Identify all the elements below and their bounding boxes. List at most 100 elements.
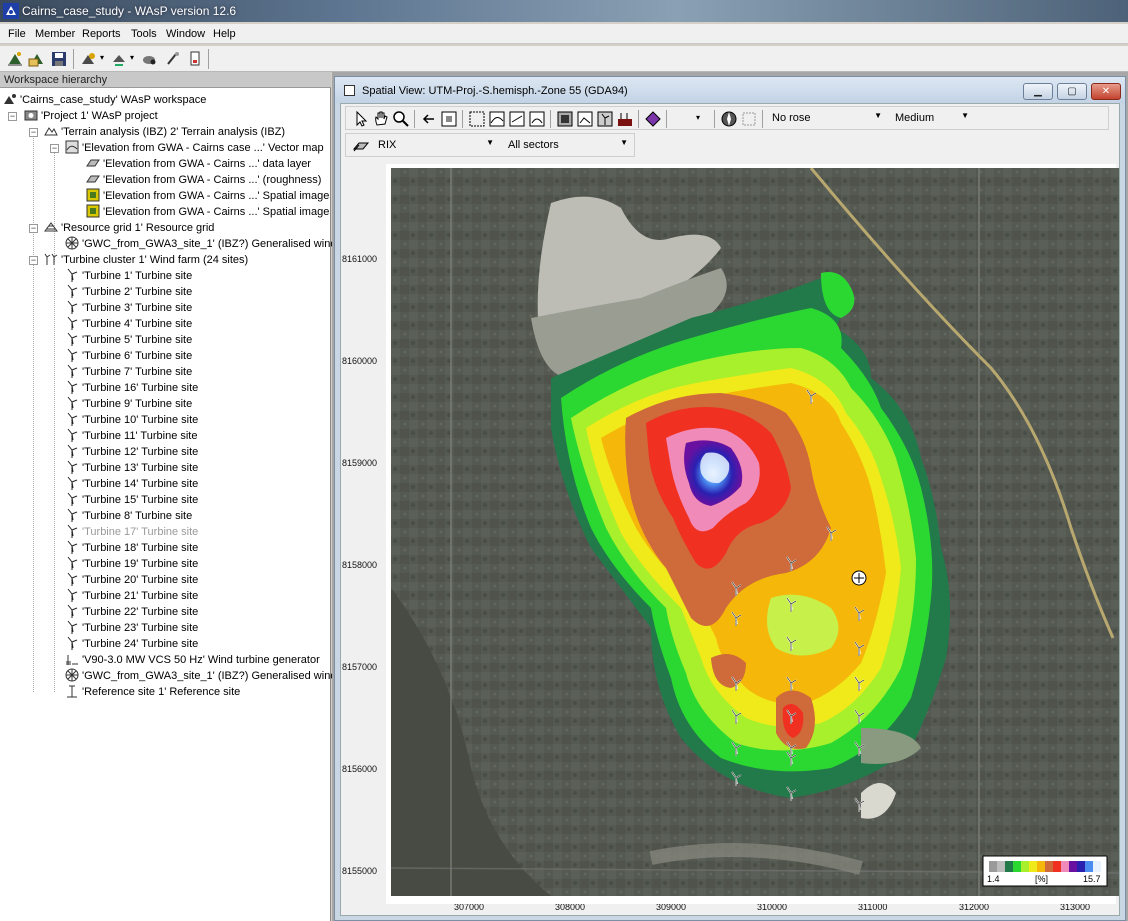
tree-node-turbine-site[interactable]: 'Turbine 10' Turbine site xyxy=(65,412,198,428)
wasp-app-icon[interactable] xyxy=(3,3,19,19)
grid-layer-icon[interactable] xyxy=(556,110,574,128)
menu-help[interactable]: Help xyxy=(213,28,236,40)
tree-node-turbine-site[interactable]: 'Turbine 3' Turbine site xyxy=(65,300,192,316)
tree-label-turbine: 'Turbine 17' Turbine site xyxy=(82,526,199,538)
collapse-toggle-resource-grid[interactable]: − xyxy=(29,224,38,233)
tree-node-generalised-wind[interactable]: 'GWC_from_GWA3_site_1' (IBZ?) Generalise… xyxy=(65,236,336,252)
collapse-toggle-project[interactable]: − xyxy=(8,112,17,121)
roughness-layer-icon[interactable] xyxy=(508,110,526,128)
tree-node-turbine-site[interactable]: 'Turbine 13' Turbine site xyxy=(65,460,198,476)
turbine-layer-icon[interactable] xyxy=(596,110,614,128)
spatial-view-window[interactable]: Spatial View: UTM-Proj.-S.hemisph.-Zone … xyxy=(334,76,1126,921)
tree-node-turbine-site[interactable]: 'Turbine 5' Turbine site xyxy=(65,332,192,348)
reference-site-marker[interactable] xyxy=(851,570,867,586)
tree-node-turbine-site[interactable]: 'Turbine 11' Turbine site xyxy=(65,428,197,444)
menu-file[interactable]: File xyxy=(8,28,26,40)
run-tool-icon[interactable] xyxy=(164,50,182,68)
turbine-icon xyxy=(67,284,78,298)
wind-farm-layer-icon[interactable] xyxy=(616,110,634,128)
tree-node-generalised-wind[interactable]: 'GWC_from_GWA3_site_1' (IBZ?) Generalise… xyxy=(65,668,336,684)
tree-node-turbine-site[interactable]: 'Turbine 23' Turbine site xyxy=(65,620,198,636)
turbine-icon xyxy=(67,316,78,330)
tree-node-turbine-site[interactable]: 'Turbine 9' Turbine site xyxy=(65,396,192,412)
save-icon[interactable] xyxy=(50,50,68,68)
tree-node-project[interactable]: 'Project 1' WAsP project xyxy=(24,108,158,124)
menu-tools[interactable]: Tools xyxy=(131,28,157,40)
tree-node-turbine-site[interactable]: 'Turbine 4' Turbine site xyxy=(65,316,192,332)
select-area-icon[interactable] xyxy=(468,110,486,128)
layer-style-icon[interactable] xyxy=(352,137,370,155)
legend-max: 15.7 xyxy=(1083,874,1101,884)
add-member-dropdown-arrow-icon[interactable]: ▾ xyxy=(100,53,104,62)
resource-map[interactable]: 1.4 [%] 15.7 xyxy=(391,168,1119,896)
tree-node-data-layer[interactable]: 'Elevation from GWA - Cairns ...' data l… xyxy=(86,156,311,172)
size-select[interactable]: Medium ▼ xyxy=(889,108,973,128)
tree-node-workspace[interactable]: 'Cairns_case_study' WAsP workspace xyxy=(3,92,206,108)
tree-node-reference-site[interactable]: 'Reference site 1' Reference site xyxy=(65,684,240,700)
tree-node-turbine-site[interactable]: 'Turbine 24' Turbine site xyxy=(65,636,198,652)
layer-dropdown-arrow-icon[interactable]: ▾ xyxy=(696,113,700,122)
tree-node-turbine-site[interactable]: 'Turbine 16' Turbine site xyxy=(65,380,198,396)
image-layer-icon[interactable] xyxy=(576,110,594,128)
minimize-button[interactable]: ▁ xyxy=(1023,83,1053,100)
tree-node-terrain-analysis[interactable]: 'Terrain analysis (IBZ) 2' Terrain analy… xyxy=(44,124,285,140)
menu-window[interactable]: Window xyxy=(166,28,205,40)
collapse-toggle-turbine-cluster[interactable]: − xyxy=(29,256,38,265)
rose-select[interactable]: No rose ▼ xyxy=(766,108,886,128)
tree-label-turbine: 'Turbine 21' Turbine site xyxy=(82,590,199,602)
map-layer-icon[interactable] xyxy=(488,110,506,128)
zoom-extent-icon[interactable] xyxy=(440,110,458,128)
insert-member-icon[interactable] xyxy=(110,50,128,68)
maximize-button[interactable]: ▢ xyxy=(1057,83,1087,100)
reference-site-layer-icon[interactable] xyxy=(644,110,662,128)
add-member-icon[interactable] xyxy=(80,50,98,68)
tree-node-turbine-generator[interactable]: 'V90-3.0 MW VCS 50 Hz' Wind turbine gene… xyxy=(65,652,320,668)
tree-node-turbine-site[interactable]: 'Turbine 14' Turbine site xyxy=(65,476,198,492)
tree-node-turbine-site[interactable]: 'Turbine 8' Turbine site xyxy=(65,508,192,524)
close-button[interactable]: ✕ xyxy=(1091,83,1121,100)
back-arrow-icon[interactable] xyxy=(420,110,438,128)
tree-node-turbine-site[interactable]: 'Turbine 7' Turbine site xyxy=(65,364,192,380)
zoom-icon[interactable] xyxy=(392,110,410,128)
pan-hand-icon[interactable] xyxy=(372,110,390,128)
sector-select[interactable]: All sectors ▼ xyxy=(502,135,632,155)
spatial-view-titlebar[interactable]: Spatial View: UTM-Proj.-S.hemisph.-Zone … xyxy=(335,77,1125,103)
tree-node-turbine-site[interactable]: 'Turbine 2' Turbine site xyxy=(65,284,192,300)
tree-node-roughness-layer[interactable]: 'Elevation from GWA - Cairns ...' (rough… xyxy=(86,172,321,188)
tree-node-turbine-site[interactable]: 'Turbine 1' Turbine site xyxy=(65,268,192,284)
menu-reports[interactable]: Reports xyxy=(82,28,121,40)
tree-node-turbine-site[interactable]: 'Turbine 20' Turbine site xyxy=(65,572,198,588)
y-tick-label: 8155000 xyxy=(342,866,378,876)
new-workspace-icon[interactable] xyxy=(6,50,24,68)
tree-node-turbine-site[interactable]: 'Turbine 19' Turbine site xyxy=(65,556,198,572)
variable-select-value: RIX xyxy=(378,139,397,151)
tree-node-turbine-site[interactable]: 'Turbine 15' Turbine site xyxy=(65,492,198,508)
tree-node-turbine-site[interactable]: 'Turbine 6' Turbine site xyxy=(65,348,192,364)
collapse-toggle-vector-map[interactable]: − xyxy=(50,144,59,153)
tree-node-turbine-site[interactable]: 'Turbine 22' Turbine site xyxy=(65,604,198,620)
tree-line xyxy=(54,268,55,692)
tree-node-spatial-image[interactable]: 'Elevation from GWA - Cairns ...' Spatia… xyxy=(86,204,329,220)
tree-node-spatial-image[interactable]: 'Elevation from GWA - Cairns ...' Spatia… xyxy=(86,188,329,204)
tree-node-turbine-site[interactable]: 'Turbine 17' Turbine site xyxy=(65,524,198,540)
open-workspace-icon[interactable] xyxy=(28,50,46,68)
tree-node-turbine-cluster[interactable]: 'Turbine cluster 1' Wind farm (24 sites) xyxy=(44,252,248,268)
report-icon[interactable] xyxy=(186,50,204,68)
calculate-icon[interactable] xyxy=(140,50,158,68)
contour-layer-icon[interactable] xyxy=(528,110,546,128)
tree-node-turbine-site[interactable]: 'Turbine 12' Turbine site xyxy=(65,444,198,460)
close-icon: ✕ xyxy=(1101,86,1111,97)
wind-rose-icon[interactable] xyxy=(720,110,738,128)
tree-node-turbine-site[interactable]: 'Turbine 21' Turbine site xyxy=(65,588,198,604)
menu-member[interactable]: Member xyxy=(35,28,75,40)
variable-select[interactable]: RIX ▼ xyxy=(372,135,498,155)
legend-swatch xyxy=(1093,861,1101,872)
turbine-icon xyxy=(67,508,78,522)
frame-icon[interactable] xyxy=(740,110,758,128)
tree-node-turbine-site[interactable]: 'Turbine 18' Turbine site xyxy=(65,540,198,556)
collapse-toggle-terrain[interactable]: − xyxy=(29,128,38,137)
pointer-tool-icon[interactable] xyxy=(352,110,370,128)
tree-node-vector-map[interactable]: 'Elevation from GWA - Cairns case ...' V… xyxy=(65,140,324,156)
insert-member-dropdown-arrow-icon[interactable]: ▾ xyxy=(130,53,134,62)
tree-node-resource-grid[interactable]: 'Resource grid 1' Resource grid xyxy=(44,220,214,236)
